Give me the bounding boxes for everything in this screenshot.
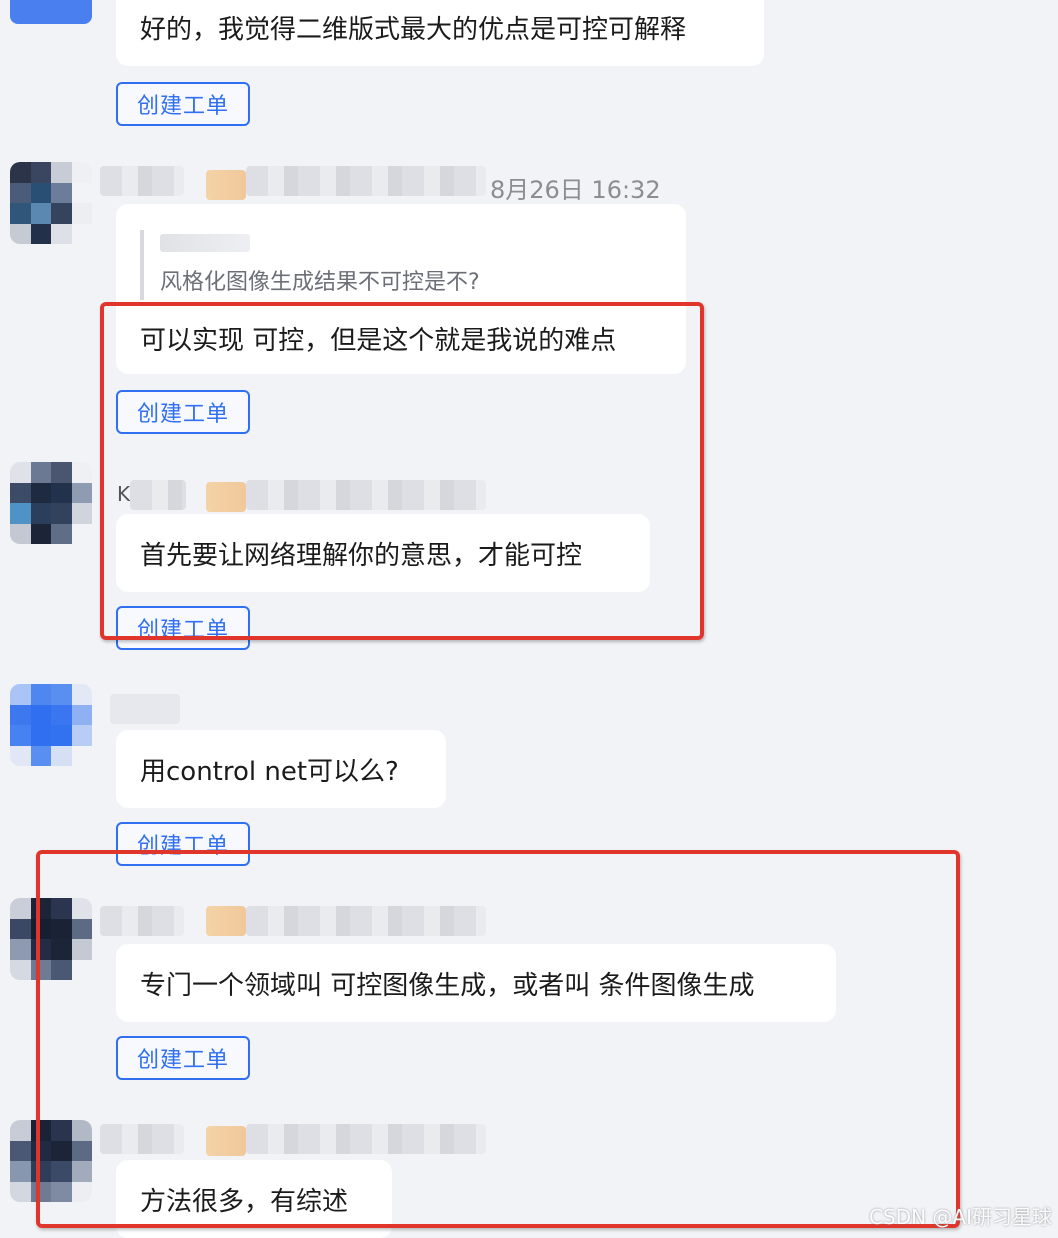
create-ticket-button[interactable]: 创建工单 <box>116 82 250 126</box>
sender-group <box>246 166 486 196</box>
avatar[interactable] <box>10 462 92 544</box>
avatar[interactable] <box>10 684 92 766</box>
avatar[interactable] <box>10 162 92 244</box>
message-bubble: 用control net可以么? <box>116 730 446 808</box>
message-text: 好的，我觉得二维版式最大的优点是可控可解释 <box>140 14 687 45</box>
quote-author <box>160 234 250 252</box>
highlight-box <box>100 302 704 640</box>
message-timestamp: 8月26日 16:32 <box>490 176 661 204</box>
highlight-box <box>36 850 960 1228</box>
sender-badge <box>206 170 246 200</box>
quoted-text: 风格化图像生成结果不可控是不? <box>160 270 480 295</box>
sender-name <box>100 166 184 196</box>
quote-bar <box>140 230 160 300</box>
avatar[interactable] <box>10 0 92 24</box>
watermark: CSDN @AI研习星球 <box>869 1205 1052 1229</box>
message-text: 用control net可以么? <box>140 756 399 787</box>
message-bubble: 好的，我觉得二维版式最大的优点是可控可解释 <box>116 0 764 66</box>
sender-name <box>110 694 180 724</box>
